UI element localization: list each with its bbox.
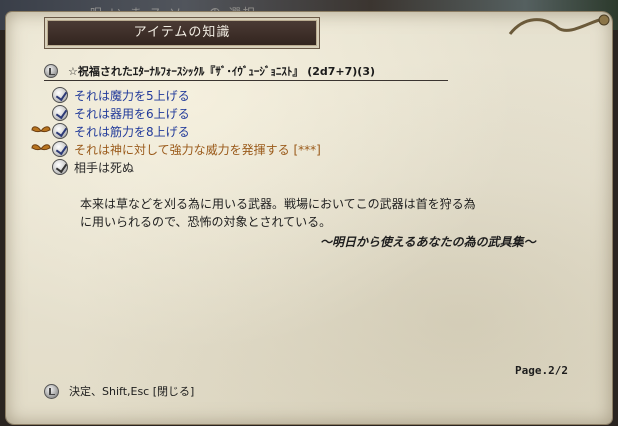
god-slaying-icon [52,141,68,157]
item-bullet-icon [44,64,58,78]
property-row-4: それは神に対して強力な威力を発揮する [***] [30,140,321,158]
hint-bullet-icon [44,383,59,399]
property-text: 相手は死ぬ [74,160,135,175]
strength-icon [52,123,68,139]
wing-ornament-icon [30,141,52,157]
wing-ornament-icon [30,123,52,139]
property-row-2: それは器用を6上げる [30,104,321,122]
property-text: それは神に対して強力な威力を発揮する [***] [74,142,321,157]
item-description: 本来は草などを刈る為に用いる武器。戦場においてこの武器は首を狩る為 に用いられる… [80,195,476,231]
dexterity-icon [52,105,68,121]
property-row-5: 相手は死ぬ [30,158,321,176]
footer-hint: 決定、Shift,Esc [閉じる] [44,383,194,399]
death-icon [52,159,68,175]
item-name: ☆祝福されたｴﾀｰﾅﾙﾌｫｰｽｼｯｸﾙ『ｻﾞ･ｲｳﾞｭｰｼﾞｮﾆｽﾄ』 (2d7… [68,65,376,78]
window-title: アイテムの知識 [47,20,317,46]
description-line-2: に用いられるので、恐怖の対象とされている。 [80,215,332,229]
description-line-1: 本来は草などを刈る為に用いる武器。戦場においてこの武器は首を狩る為 [80,197,476,211]
property-text: それは器用を6上げる [74,106,190,121]
item-header: ☆祝福されたｴﾀｰﾅﾙﾌｫｰｽｼｯｸﾙ『ｻﾞ･ｲｳﾞｭｰｼﾞｮﾆｽﾄ』 (2d7… [44,62,448,81]
property-row-3: それは筋力を8上げる [30,122,321,140]
magic-icon [52,87,68,103]
property-text: それは魔力を5上げる [74,88,190,103]
key-hint-text: 決定、Shift,Esc [閉じる] [69,385,195,398]
page-indicator: Page.2/2 [515,364,568,377]
flavor-quote: ～明日から使えるあなたの為の武具集～ [320,235,536,249]
corner-ornament-icon [508,14,610,35]
property-row-1: それは魔力を5上げる [30,86,321,104]
property-text: それは筋力を8上げる [74,124,190,139]
property-list: それは魔力を5上げる それは器用を6上げる それは筋力を8上げる それは神に対し… [30,86,321,176]
